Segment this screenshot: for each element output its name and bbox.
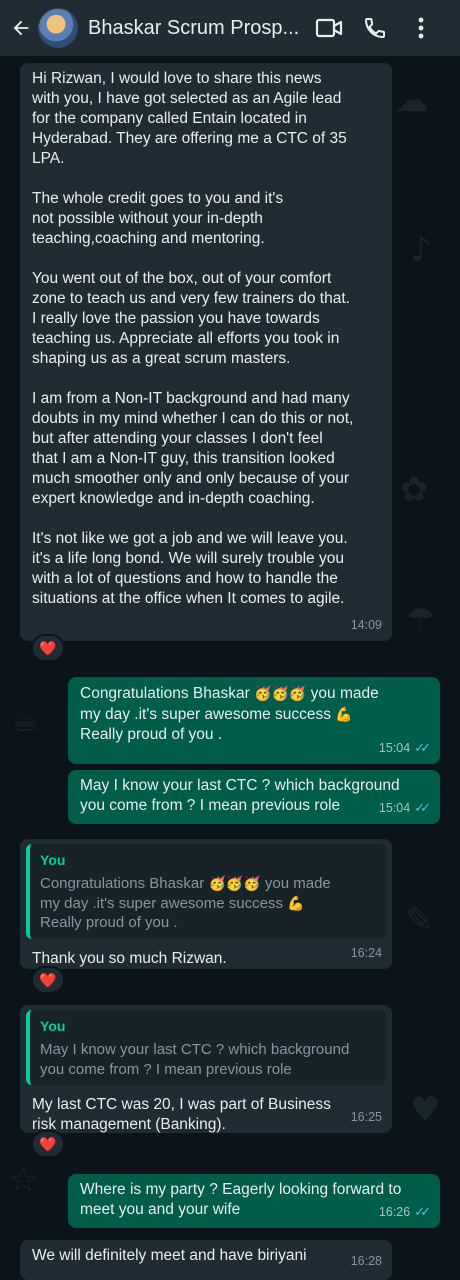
message-text: Where is my party ? Eagerly looking forw… [80, 1181, 402, 1218]
message-meta: 16:24 [351, 943, 382, 963]
video-call-icon [315, 18, 343, 38]
phone-icon [364, 18, 385, 39]
message-time: 16:25 [350, 1110, 382, 1124]
reaction-badge[interactable]: ❤️ [31, 634, 65, 662]
message-text: May I know your last CTC ? which backgro… [80, 777, 400, 814]
video-call-button[interactable] [306, 0, 352, 56]
partying-face-emoji: 🥳🥳🥳 [208, 875, 261, 891]
quote-text: Congratulations Bhaskar 🥳🥳🥳 you made my … [40, 875, 331, 931]
chat-header: Bhaskar Scrum Prosp... [0, 0, 460, 56]
heart-reaction-icon: ❤️ [39, 1135, 57, 1152]
message-time: 16:24 [350, 946, 382, 960]
back-arrow-icon [13, 20, 29, 36]
heart-reaction-icon: ❤️ [39, 639, 57, 656]
message-text: Hi Rizwan, I would love to share this ne… [32, 70, 354, 607]
quoted-reply[interactable]: You May I know your last CTC ? which bac… [26, 1010, 386, 1085]
message-meta: 16:26 ✓✓ [378, 1202, 431, 1222]
message-text: We will definitely meet and have biriyan… [32, 1247, 307, 1264]
reaction-badge[interactable]: ❤️ [31, 966, 65, 994]
message-incoming[interactable]: You May I know your last CTC ? which bac… [20, 1005, 392, 1133]
quote-text: May I know your last CTC ? which backgro… [40, 1041, 350, 1078]
message-outgoing[interactable]: Where is my party ? Eagerly looking forw… [68, 1174, 440, 1228]
message-text: My last CTC was 20, I was part of Busine… [32, 1096, 331, 1133]
reaction-badge[interactable]: ❤️ [31, 1130, 65, 1158]
quoted-reply[interactable]: You Congratulations Bhaskar 🥳🥳🥳 you made… [26, 844, 386, 939]
quote-author: You [40, 852, 66, 868]
read-ticks-icon: ✓✓ [414, 800, 431, 815]
message-meta: 16:25 [351, 1107, 382, 1127]
message-time: 14:09 [350, 618, 382, 632]
message-outgoing[interactable]: Congratulations Bhaskar 🥳🥳🥳 you made my … [68, 677, 440, 764]
message-text: Thank you so much Rizwan. [32, 949, 227, 967]
flexed-biceps-emoji: 💪 [287, 894, 305, 911]
message-time: 16:26 [378, 1205, 411, 1219]
flexed-biceps-emoji: 💪 [335, 706, 353, 722]
partying-face-emoji: 🥳🥳🥳 [254, 685, 307, 701]
contact-avatar[interactable] [38, 8, 78, 48]
more-vert-icon [418, 17, 424, 39]
quote-author: You [40, 1018, 66, 1034]
message-meta: 15:04 ✓✓ [378, 738, 431, 758]
heart-reaction-icon: ❤️ [39, 971, 57, 988]
message-time: 15:04 [378, 741, 411, 755]
message-incoming[interactable]: We will definitely meet and have biriyan… [20, 1240, 392, 1280]
message-time: 15:04 [378, 801, 411, 815]
message-incoming[interactable]: You Congratulations Bhaskar 🥳🥳🥳 you made… [20, 839, 392, 969]
voice-call-button[interactable] [352, 0, 398, 56]
read-ticks-icon: ✓✓ [414, 740, 431, 755]
message-time: 16:28 [350, 1254, 382, 1268]
message-outgoing[interactable]: May I know your last CTC ? which backgro… [68, 770, 440, 824]
read-ticks-icon: ✓✓ [414, 1204, 431, 1219]
message-meta: 16:28 [351, 1251, 382, 1271]
message-meta: 14:09 [351, 615, 382, 635]
back-button[interactable] [4, 0, 38, 56]
message-text: Congratulations Bhaskar 🥳🥳🥳 you made my … [80, 685, 379, 743]
contact-name[interactable]: Bhaskar Scrum Prosp... [88, 17, 300, 40]
more-options-button[interactable] [398, 0, 444, 56]
message-incoming[interactable]: Hi Rizwan, I would love to share this ne… [20, 63, 392, 641]
message-meta: 15:04 ✓✓ [378, 798, 431, 818]
